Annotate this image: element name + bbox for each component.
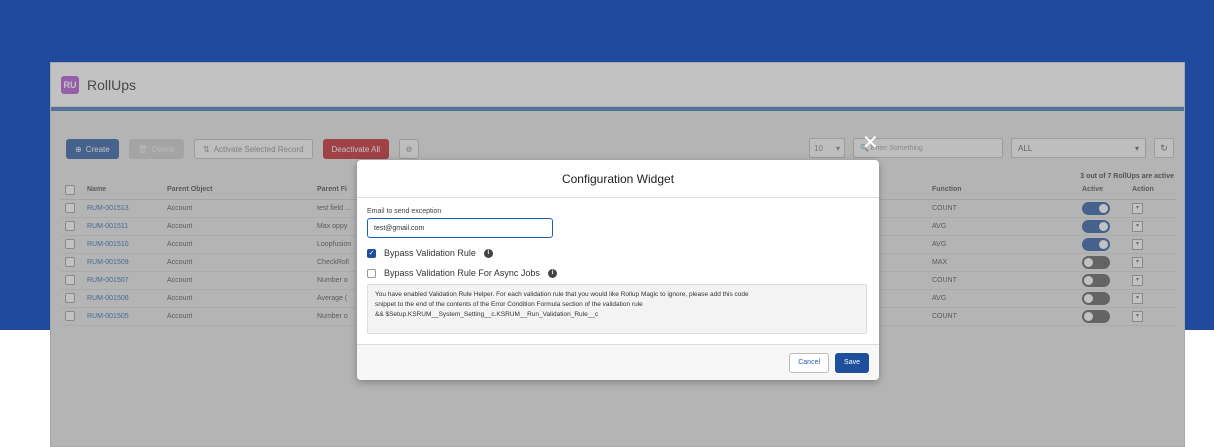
email-label: Email to send exception bbox=[367, 208, 442, 215]
info-icon[interactable]: i bbox=[547, 268, 557, 278]
save-button[interactable]: Save bbox=[835, 352, 869, 373]
email-field[interactable]: test@gmail.com bbox=[367, 218, 553, 238]
bypass-async-label: Bypass Validation Rule For Async Jobs bbox=[384, 268, 540, 278]
bypass-validation-label: Bypass Validation Rule bbox=[384, 248, 476, 258]
modal-title: Configuration Widget bbox=[357, 160, 879, 198]
info-text-line-1: You have enabled Validation Rule Helper.… bbox=[375, 291, 749, 298]
bypass-async-row: Bypass Validation Rule For Async Jobs i bbox=[367, 268, 869, 278]
info-text-line-3: && $Setup.KSRUM__System_Setting__c.KSRUM… bbox=[375, 311, 599, 318]
bypass-row: ✓ Bypass Validation Rule i bbox=[367, 248, 869, 258]
screen: RU RollUps ⊕ Create 🗑 Delete ⇅ Activate Sel… bbox=[0, 0, 1214, 447]
cancel-button[interactable]: Cancel bbox=[789, 352, 830, 373]
info-icon[interactable]: i bbox=[483, 248, 493, 258]
modal-footer: Cancel Save bbox=[357, 344, 879, 380]
bypass-async-checkbox[interactable] bbox=[367, 268, 376, 278]
bypass-validation-checkbox[interactable]: ✓ bbox=[367, 248, 376, 258]
validation-info-box: You have enabled Validation Rule Helper.… bbox=[367, 284, 867, 334]
configuration-modal: Configuration Widget Email to send excep… bbox=[357, 160, 879, 380]
close-icon[interactable]: ✕ bbox=[862, 133, 879, 153]
info-text-line-2: snippet to the end of the contents of th… bbox=[375, 301, 643, 308]
modal-body: Email to send exception test@gmail.com ✓… bbox=[357, 198, 879, 334]
